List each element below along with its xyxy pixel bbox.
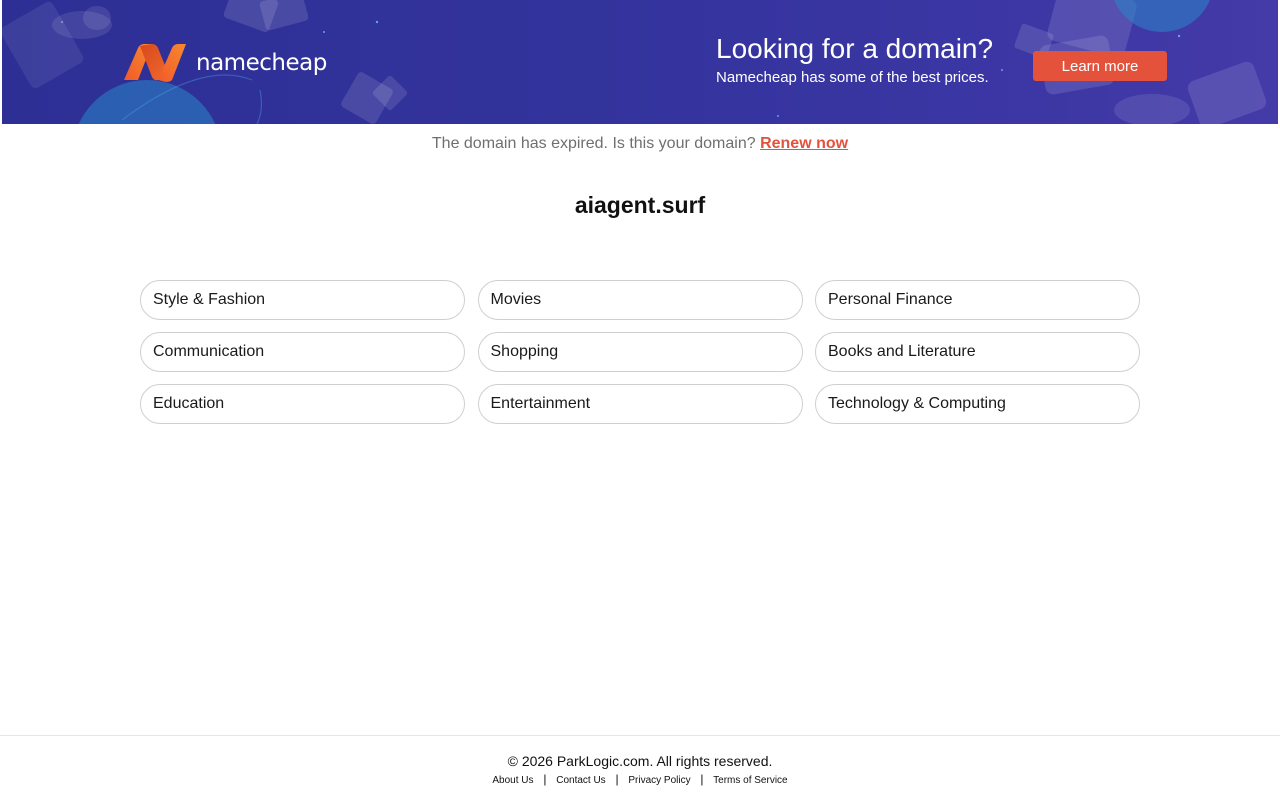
footer: © 2026 ParkLogic.com. All rights reserve…: [0, 735, 1280, 800]
namecheap-logo-icon: [124, 44, 186, 82]
promo-title: Looking for a domain?: [716, 33, 994, 64]
category-button[interactable]: Technology & Computing: [815, 384, 1140, 424]
category-grid: Style & Fashion Movies Personal Finance …: [140, 280, 1140, 424]
promo-banner: namecheap Looking for a domain? Namechea…: [2, 0, 1278, 124]
category-button[interactable]: Communication: [140, 332, 465, 372]
footer-link-contact-us[interactable]: Contact Us: [556, 775, 605, 786]
footer-separator: |: [615, 772, 619, 786]
domain-name: aiagent.surf: [574, 192, 706, 218]
expired-notice: The domain has expired. Is this your dom…: [0, 133, 1280, 155]
category-button[interactable]: Movies: [477, 280, 803, 320]
copyright-text: © 2026 ParkLogic.com. All rights reserve…: [507, 753, 773, 769]
footer-separator: |: [543, 772, 547, 786]
promo-text: Looking for a domain? Namecheap has some…: [716, 32, 993, 88]
category-button[interactable]: Personal Finance: [815, 280, 1140, 320]
category-button[interactable]: Education: [140, 384, 465, 424]
learn-more-button[interactable]: Learn more: [1033, 51, 1167, 81]
footer-link-terms-of-service[interactable]: Terms of Service: [713, 775, 787, 786]
category-button[interactable]: Shopping: [477, 332, 803, 372]
expired-notice-text: The domain has expired. Is this your dom…: [431, 135, 756, 152]
footer-link-privacy-policy[interactable]: Privacy Policy: [628, 775, 690, 786]
logo-wordmark: namecheap: [196, 50, 327, 76]
footer-links: About Us | Contact Us | Privacy Policy |…: [0, 772, 1280, 788]
footer-separator: |: [700, 772, 704, 786]
category-button[interactable]: Style & Fashion: [140, 280, 465, 320]
namecheap-logo[interactable]: namecheap: [122, 44, 327, 82]
renew-now-link[interactable]: Renew now: [760, 135, 848, 152]
category-button[interactable]: Entertainment: [477, 384, 803, 424]
promo-subtitle: Namecheap has some of the best prices.: [716, 69, 989, 86]
footer-link-about-us[interactable]: About Us: [492, 775, 533, 786]
category-button[interactable]: Books and Literature: [815, 332, 1140, 372]
